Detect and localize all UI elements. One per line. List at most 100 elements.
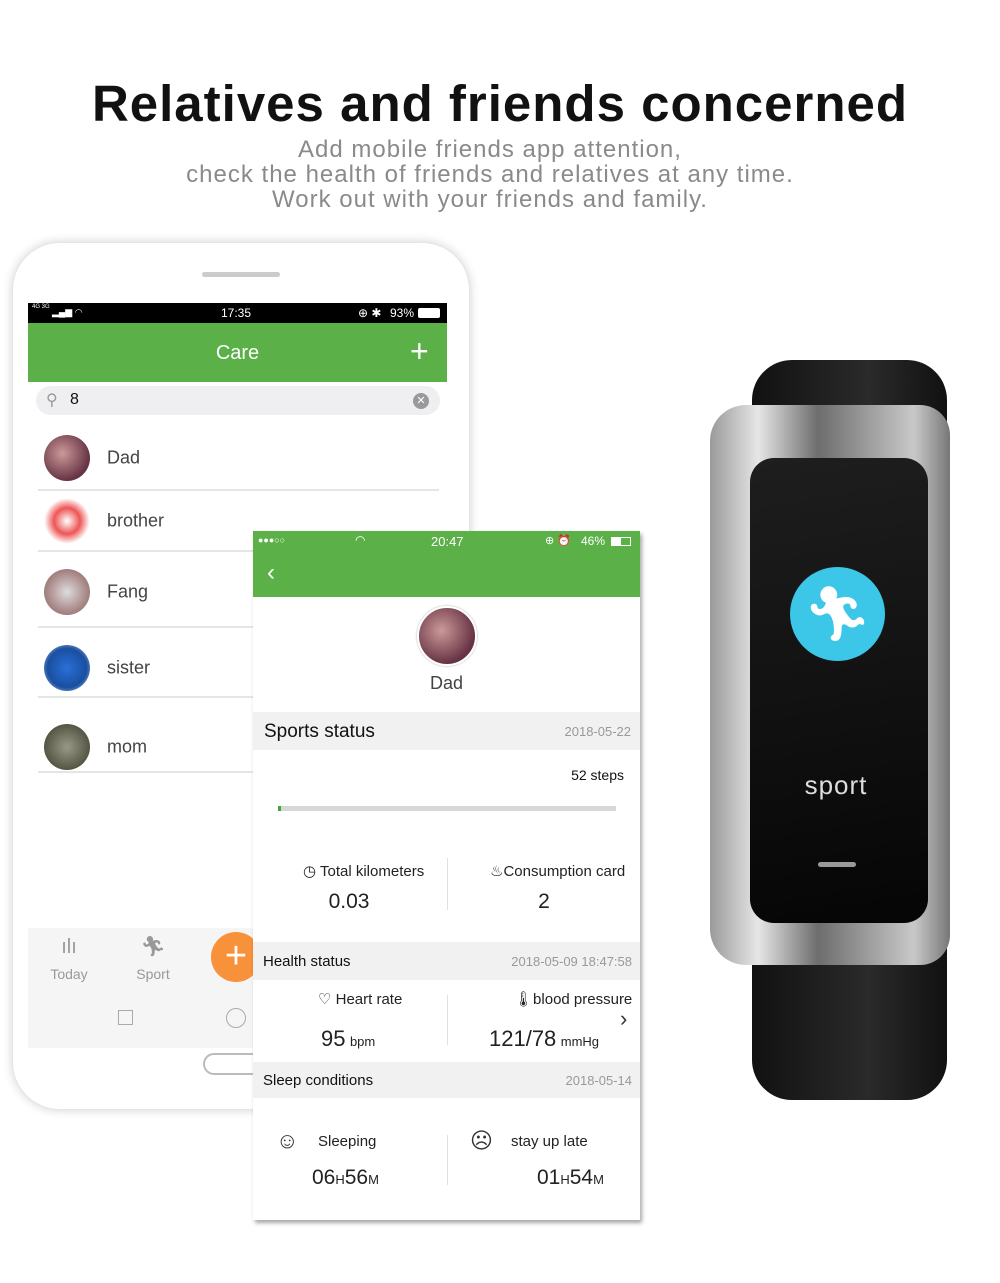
battery-text: 93% xyxy=(390,306,415,320)
label-text: Total kilometers xyxy=(320,863,425,880)
running-icon: 🏃︎ xyxy=(140,936,166,958)
label-text: blood pressure xyxy=(533,991,633,1008)
section-title: Sleep conditions xyxy=(263,1072,374,1089)
heart-rate-label: ♡ Heart rate xyxy=(318,990,402,1008)
contact-name: Fang xyxy=(107,581,149,602)
stay-up-late-value: 01H54M xyxy=(537,1166,604,1190)
app-header: ●●●○○ ◠ 20:47 ⊕ ⏰ 46% ‹ xyxy=(253,531,640,597)
battery-text: 46% xyxy=(581,534,606,548)
battery-icon xyxy=(611,537,631,546)
watch-screen xyxy=(750,458,928,923)
hours: 06 xyxy=(312,1166,336,1189)
stay-up-late-label: stay up late xyxy=(511,1133,588,1150)
contact-name: mom xyxy=(107,736,147,757)
sleeping-value: 06H56M xyxy=(312,1166,379,1190)
divider xyxy=(447,858,448,910)
unit: bpm xyxy=(349,1034,376,1049)
headline-title: Relatives and friends concerned xyxy=(91,75,909,132)
value: 121/78 xyxy=(489,1026,557,1051)
section-date: 2018-05-09 18:47:58 xyxy=(511,954,632,969)
bluetooth-icon: ⊕ ✱ xyxy=(358,306,382,320)
signal-icon: ●●●○○ xyxy=(258,535,286,545)
signal-icon: ▂▄▆ ◠ xyxy=(52,307,83,317)
sports-status-header: Sports status 2018-05-22 xyxy=(253,712,640,750)
plus-icon[interactable]: + xyxy=(410,333,429,370)
section-date: 2018-05-14 xyxy=(565,1073,633,1088)
tab-bar: ılı Today 🏃︎ Sport + xyxy=(28,928,261,1048)
health-status-header: Health status 2018-05-09 18:47:58 xyxy=(253,942,640,980)
search-input[interactable]: ⚲ 8 ✕ xyxy=(36,386,440,415)
thermometer-icon: 🌡︎ xyxy=(514,991,534,1008)
value: 95 xyxy=(321,1026,346,1051)
km-value: 0.03 xyxy=(328,890,370,913)
flame-icon: ♨ xyxy=(490,863,504,880)
wifi-icon: ◠ xyxy=(355,533,366,547)
steps-count: 52 steps xyxy=(571,767,624,783)
heart-icon: ♡ xyxy=(318,991,336,1008)
avatar xyxy=(44,498,90,544)
heart-rate-value: 95 bpm xyxy=(321,1026,375,1052)
status-time: 20:47 xyxy=(431,534,464,549)
tab-today[interactable]: Today xyxy=(38,966,100,982)
profile-name: Dad xyxy=(429,673,464,693)
sad-face-icon: ☹ xyxy=(470,1128,493,1153)
contact-name: Dad xyxy=(107,447,141,468)
unit: M xyxy=(593,1172,604,1187)
signal-type: 4G 3G xyxy=(32,304,50,310)
calorie-value: 2 xyxy=(538,890,550,913)
search-value: 8 xyxy=(70,391,79,408)
progress-fill xyxy=(278,806,282,811)
avatar xyxy=(44,435,90,481)
unit: H xyxy=(560,1172,570,1187)
minutes: 54 xyxy=(569,1166,594,1189)
battery-icon xyxy=(418,308,440,318)
sleeping-face-icon: ☺ xyxy=(276,1128,299,1153)
tab-sport[interactable]: Sport xyxy=(122,966,184,982)
km-label: ◷ Total kilometers xyxy=(303,862,424,880)
label-text: Heart rate xyxy=(335,991,403,1008)
contact-item[interactable]: Dad xyxy=(38,423,439,493)
status-bar: 4G 3G ▂▄▆ ◠ 17:35 ⊕ ✱ 93% xyxy=(28,303,447,323)
stopwatch-icon: ◷ xyxy=(303,863,320,880)
page-title: Care xyxy=(215,342,260,364)
speaker xyxy=(202,272,280,277)
avatar xyxy=(44,569,90,615)
steps-progress xyxy=(278,806,616,811)
subtitle-line: Work out with your friends and family. xyxy=(272,186,708,213)
sleeping-label: Sleeping xyxy=(318,1133,377,1150)
recent-apps-icon[interactable] xyxy=(118,1010,133,1025)
avatar xyxy=(417,606,477,666)
divider xyxy=(447,995,448,1045)
minutes: 56 xyxy=(344,1166,369,1189)
clear-icon[interactable]: ✕ xyxy=(413,393,429,409)
calorie-label: ♨Consumption card xyxy=(490,862,625,880)
sleep-conditions-header: Sleep conditions 2018-05-14 xyxy=(253,1062,640,1098)
unit: mmHg xyxy=(560,1034,600,1049)
chevron-right-icon[interactable]: › xyxy=(620,1006,627,1032)
section-date: 2018-05-22 xyxy=(564,724,632,739)
blood-pressure-label: 🌡︎blood pressure xyxy=(514,990,632,1008)
bar-chart-icon: ılı xyxy=(61,936,77,958)
hours: 01 xyxy=(537,1166,561,1189)
avatar xyxy=(44,645,90,691)
section-title: Sports status xyxy=(264,721,375,742)
unit: M xyxy=(368,1172,379,1187)
watch-label: sport xyxy=(804,770,868,800)
unit: H xyxy=(335,1172,345,1187)
label-text: Consumption card xyxy=(503,863,626,880)
status-time: 17:35 xyxy=(221,306,252,320)
blood-pressure-value: 121/78 mmHg xyxy=(489,1026,599,1052)
watch-indicator xyxy=(818,862,856,867)
search-icon: ⚲ xyxy=(46,392,58,409)
subtitle-line: Add mobile friends app attention, xyxy=(298,136,682,163)
home-icon[interactable] xyxy=(226,1008,246,1028)
running-icon: 🏃︎ xyxy=(790,567,885,661)
subtitle-line: check the health of friends and relative… xyxy=(186,161,794,188)
divider xyxy=(447,1135,448,1185)
alarm-icon: ⊕ ⏰ xyxy=(545,535,571,547)
app-header: Care + xyxy=(28,323,447,382)
back-icon[interactable]: ‹ xyxy=(267,559,275,587)
contact-name: sister xyxy=(107,657,151,678)
contact-name: brother xyxy=(107,510,165,531)
section-title: Health status xyxy=(263,953,351,970)
